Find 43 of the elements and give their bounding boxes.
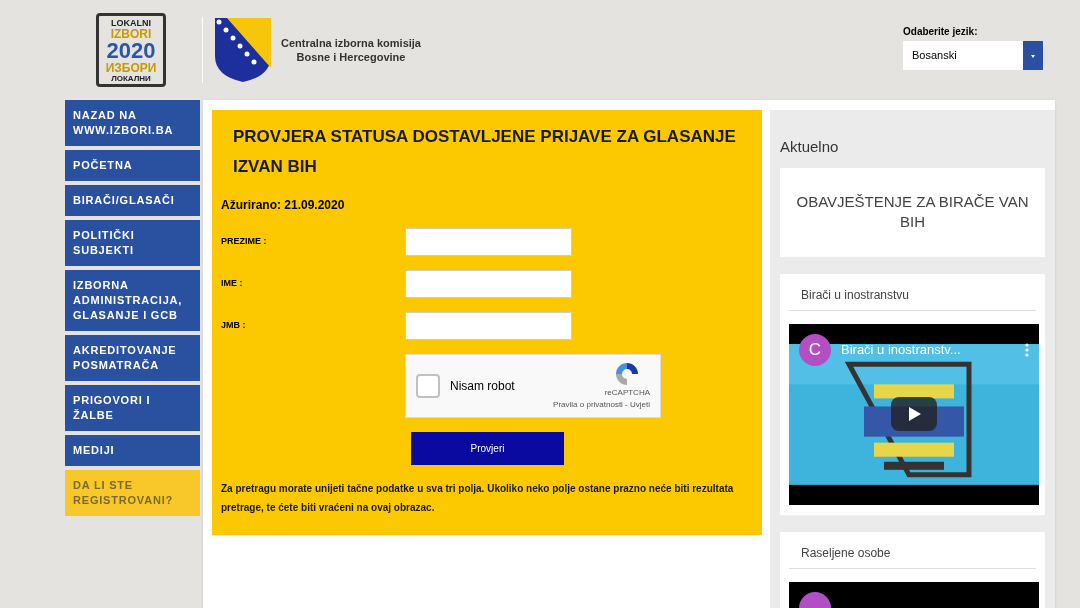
more-icon[interactable] [1025,342,1029,357]
form-title: PROVJERA STATUSA DOSTAVLJENE PRIJAVE ZA GLASANJE IZVAN BIH [233,126,737,178]
nav-item[interactable]: NAZAD NA WWW.IZBORI.BA [65,100,200,146]
notice-card[interactable]: OBAVJEŠTENJE ZA BIRAČE VAN BIH [780,167,1045,257]
logo-text: IZBORI [110,27,152,40]
submit-button[interactable]: Provjeri [411,432,564,465]
nav-item[interactable]: POČETNA [65,150,200,181]
institution-name: Bosne i Hercegovine [296,50,406,64]
news-heading: Aktuelno [780,137,840,157]
video-card-title: Raseljene osobe [789,543,1036,569]
nav-item[interactable]: BIRAČI/GLASAČI [65,185,200,216]
input-field[interactable] [405,312,572,340]
field-label: PREZIME : [221,235,268,249]
institution-name: Centralna izborna komisija [281,36,421,50]
language-select[interactable]: Bosanski [903,41,1043,70]
nav-item[interactable]: MEDIJI [65,435,200,466]
input-field[interactable] [405,270,572,298]
nav-item[interactable]: POLITIČKI SUBJEKTI [65,220,200,266]
captcha-checkbox[interactable] [416,374,440,398]
logo-text: LOKALNI [111,17,151,28]
field-label: JMB : [221,319,247,333]
captcha-links[interactable]: Pravila o privatnosti - Uvjeti [553,399,650,411]
language-label: Odaberite jezik: [903,25,979,39]
captcha-box[interactable]: Nisam robot reCAPTCHA Pravila o privatnosti - Uvjeti [405,354,661,418]
input-field[interactable] [405,228,572,256]
nav-item[interactable]: AKREDITOVANJE POSMATRAČA [65,335,200,381]
recaptcha-brand: reCAPTCHA [604,387,650,399]
recaptcha-icon [614,361,640,387]
captcha-label: Nisam robot [450,378,516,395]
notice-link[interactable]: OBAVJEŠTENJE ZA BIRAČE VAN BIH [780,192,1045,232]
coat-of-arms-icon [213,16,273,84]
instruction-text: Za pretragu morate unijeti tačne podatke u sva tri polja. Ukoliko neko polje ostane prazno neće biti rezultata pretrage, te ćete biti vraćeni na ovaj obrazac. [221,482,735,515]
field-label: IME : [221,277,244,291]
nav-item[interactable]: PRIGOVORI I ŽALBE [65,385,200,431]
play-icon[interactable] [891,396,937,431]
logo-text: 2020 [106,39,156,62]
caret-icon[interactable] [1023,41,1043,70]
video-player[interactable]: C Birači u inostranstv... [789,323,1039,505]
video-card-title: Birači u inostranstvu [789,285,1036,311]
updated-date: Ažurirano: 21.09.2020 [221,197,346,214]
logo-text: ЛОКАЛНИ [111,73,151,83]
logo-text: ИЗБОРИ [105,61,157,74]
nav-item[interactable]: IZBORNA ADMINISTRACIJA, GLASANJE I GCB [65,270,200,331]
